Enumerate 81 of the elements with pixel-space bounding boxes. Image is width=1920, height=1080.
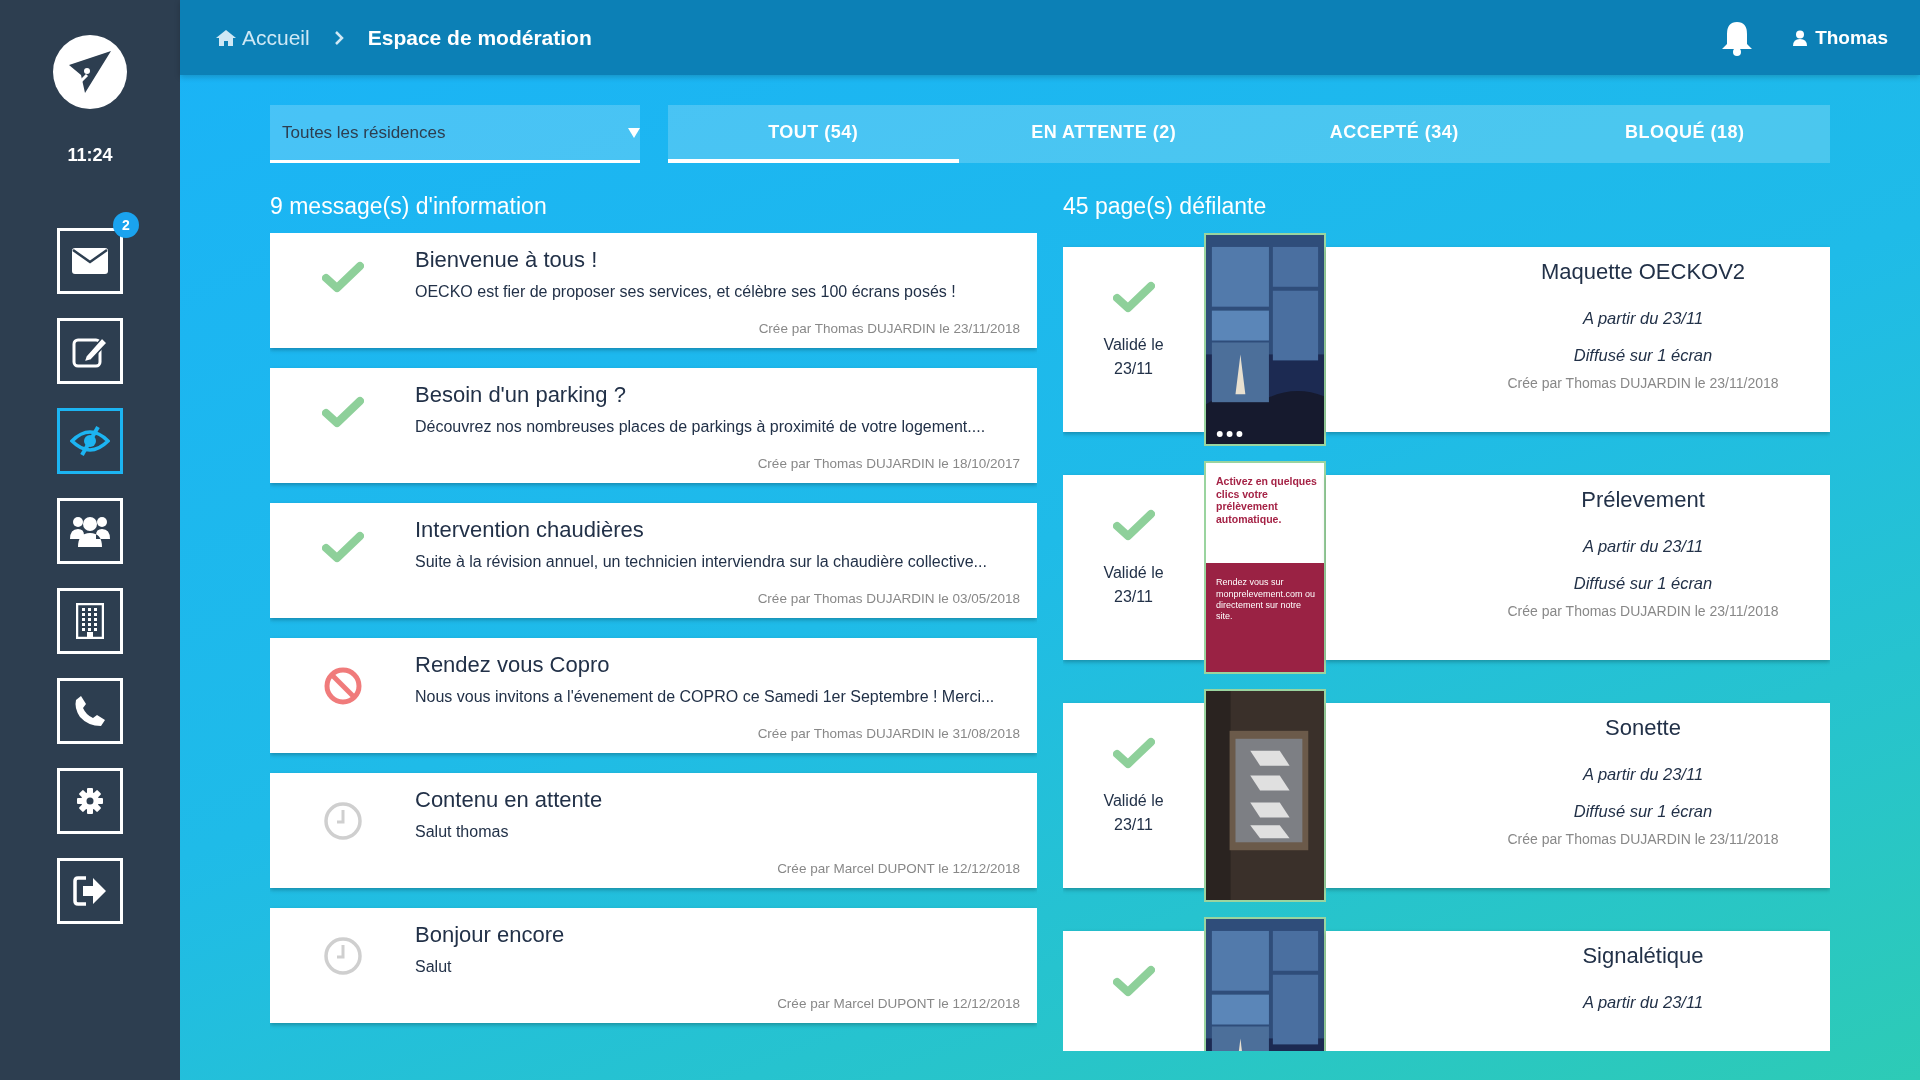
prohibited-icon	[322, 666, 363, 706]
message-text: Salut thomas	[415, 823, 510, 841]
exit-icon	[72, 875, 108, 907]
start-date: A partir du 23/11	[1582, 537, 1704, 556]
checkmark-icon	[1112, 281, 1155, 313]
card-panel[interactable]: Validé le 23/11	[1063, 247, 1204, 432]
envelope-icon	[72, 248, 108, 274]
message-text: OECKO est fier de proposer ses services, et célèbre ses 100 écrans posés !	[415, 283, 957, 301]
screen-count: Diffusé sur 1 écran	[1573, 574, 1713, 593]
message-text: Découvrez nos nombreuses places de parkings à proximité de votre logement....	[415, 418, 987, 436]
page-title: Sonette	[1605, 715, 1681, 741]
bell-icon[interactable]	[1721, 19, 1754, 56]
checkmark-icon	[1112, 965, 1155, 997]
message-title: Besoin d'un parking ?	[415, 382, 627, 408]
card-panel[interactable]: Validé le 23/11	[1063, 475, 1204, 660]
message-card[interactable]: Besoin d'un parking ? Découvrez nos nombreuses places de parkings à proximité de votre logement.... Crée par Thomas DUJARDIN le 18/10/2017	[270, 368, 1037, 483]
message-text: Salut	[415, 958, 453, 976]
clock-time: 11:24	[67, 145, 113, 166]
home-icon	[216, 28, 236, 47]
checkmark-icon	[1112, 509, 1155, 541]
checkmark-icon	[321, 261, 364, 293]
user-menu[interactable]: Thomas	[1793, 26, 1888, 49]
card-panel[interactable]: Sonette A partir du 23/11 Diffusé sur 1 écran Crée par Thomas DUJARDIN le 23/11/2018	[1326, 703, 1830, 888]
validation-date: Validé le 23/11	[1102, 335, 1165, 379]
poster-text: Rendez vous sur monprelevement.com ou directement sur notre site.	[1216, 577, 1317, 623]
screen-count: Diffusé sur 1 écran	[1573, 346, 1713, 365]
clock-icon	[322, 801, 363, 841]
page-title: Signalétique	[1582, 943, 1704, 969]
author-info: Crée par Thomas DUJARDIN le 23/11/2018	[1507, 375, 1779, 391]
residence-dropdown[interactable]: Toutes les résidences	[270, 105, 640, 163]
screen-count: Diffusé sur 1 écran	[1573, 802, 1713, 821]
sidebar-button[interactable]	[57, 408, 123, 474]
message-title: Intervention chaudières	[415, 517, 645, 543]
checkmark-icon	[1112, 737, 1155, 769]
validation-date: Validé le 23/11	[1102, 791, 1165, 835]
dropdown-value: Toutes les résidences	[282, 122, 446, 143]
message-card[interactable]: Bienvenue à tous ! OECKO est fier de proposer ses services, et célèbre ses 100 écrans posés ! Crée par Thomas DUJARDIN le 23/11/2018	[270, 233, 1037, 348]
message-card[interactable]: Intervention chaudières Suite à la révision annuel, un technicien interviendra sur la chaudière collective... Crée par Thomas DUJARDIN le 03/05/2018	[270, 503, 1037, 618]
validation-date: Validé le 23/11	[1102, 563, 1165, 607]
start-date: A partir du 23/11	[1582, 765, 1704, 784]
section-heading: 45 page(s) défilante	[1063, 193, 1268, 221]
message-title: Bienvenue à tous !	[415, 247, 599, 273]
author-info: Crée par Marcel DUPONT le 12/12/2018	[776, 861, 1020, 876]
message-title: Contenu en attente	[415, 787, 604, 813]
message-card[interactable]: Contenu en attente Salut thomas Crée par Marcel DUPONT le 12/12/2018	[270, 773, 1037, 888]
message-title: Rendez vous Copro	[415, 652, 611, 678]
gear-icon	[77, 788, 103, 814]
author-info: Crée par Thomas DUJARDIN le 03/05/2018	[756, 591, 1020, 606]
message-text: Nous vous invitons a l'évenement de COPRO ce Samedi 1er Septembre ! Merci...	[415, 688, 996, 706]
author-info: Crée par Thomas DUJARDIN le 23/11/2018	[757, 321, 1020, 336]
section-heading: 9 message(s) d'information	[270, 193, 548, 221]
caret-icon	[628, 127, 640, 138]
user-icon	[1793, 29, 1808, 46]
page-title: Prélevement	[1581, 487, 1705, 513]
start-date: A partir du 23/11	[1582, 993, 1704, 1012]
message-card[interactable]: Bonjour encore Salut Crée par Marcel DUPONT le 12/12/2018	[270, 908, 1037, 1023]
author-info: Crée par Thomas DUJARDIN le 31/08/2018	[756, 726, 1020, 741]
eye-slash-icon	[70, 425, 110, 457]
author-info: Crée par Marcel DUPONT le 12/12/2018	[776, 996, 1020, 1011]
card-panel[interactable]: Signalétique A partir du 23/11	[1326, 931, 1830, 1051]
people-icon	[70, 515, 110, 547]
page-title: Maquette OECKOV2	[1540, 259, 1746, 285]
clock-icon	[322, 936, 363, 976]
message-card[interactable]: Rendez vous Copro Nous vous invitons a l'évenement de COPRO ce Samedi 1er Septembre ! Merci... Crée par Thomas DUJARDIN le 31/08/2018	[270, 638, 1037, 753]
message-text: Suite à la révision annuel, un technicien interviendra sur la chaudière collective...	[415, 553, 988, 571]
phone-icon	[74, 695, 106, 727]
poster-headline: Activez en quelques clics votre prélèvement automatique.	[1216, 475, 1318, 526]
count-badge: 2	[113, 212, 139, 238]
breadcrumb-current: Espace de modération	[367, 25, 592, 50]
author-info: Crée par Thomas DUJARDIN le 23/11/2018	[1507, 831, 1779, 847]
card-panel[interactable]: Prélevement A partir du 23/11 Diffusé sur 1 écran Crée par Thomas DUJARDIN le 23/11/2018	[1326, 475, 1830, 660]
checkmark-icon	[321, 396, 364, 428]
message-title: Bonjour encore	[415, 922, 566, 948]
card-panel[interactable]: Maquette OECKOV2 A partir du 23/11 Diffusé sur 1 écran Crée par Thomas DUJARDIN le 23/11/2018	[1326, 247, 1830, 432]
start-date: A partir du 23/11	[1582, 309, 1704, 328]
building-icon	[76, 603, 104, 639]
chevron-icon	[333, 29, 344, 46]
checkmark-icon	[321, 531, 364, 563]
author-info: Crée par Thomas DUJARDIN le 18/10/2017	[756, 456, 1020, 471]
card-panel[interactable]: Validé le 23/11	[1063, 703, 1204, 888]
author-info: Crée par Thomas DUJARDIN le 23/11/2018	[1507, 603, 1779, 619]
